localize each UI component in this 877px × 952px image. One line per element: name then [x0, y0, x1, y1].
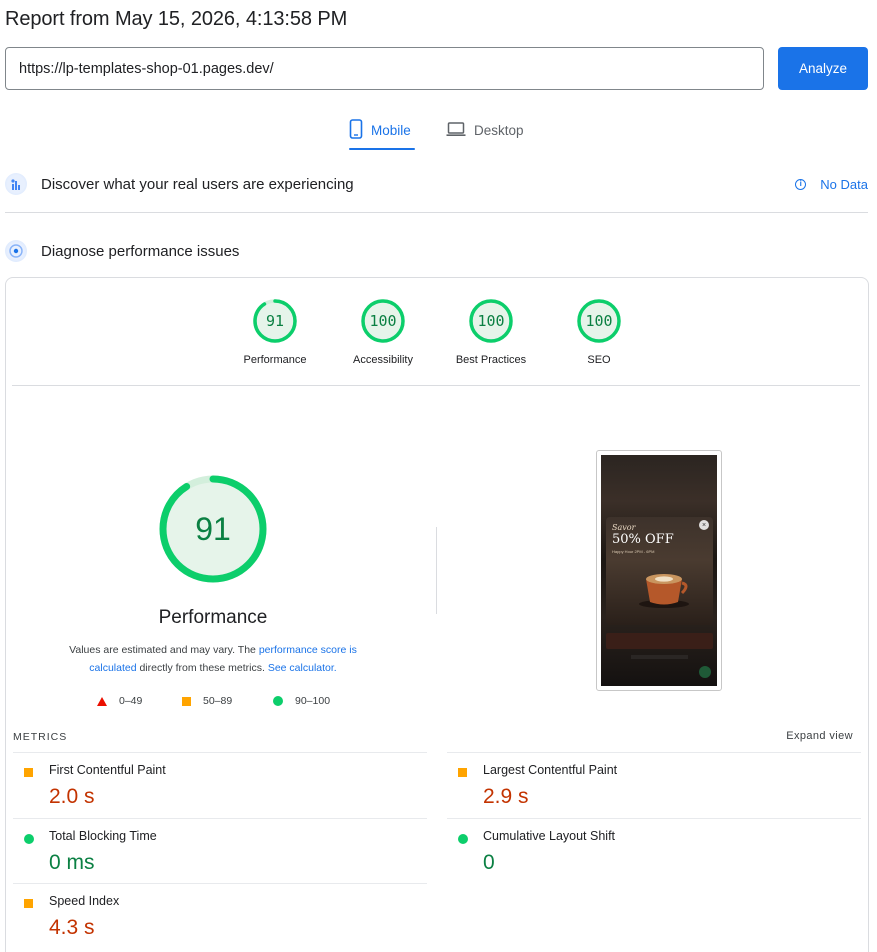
seo-gauge: 100 — [576, 298, 622, 344]
metric-label: First Contentful Paint — [49, 763, 166, 777]
metric-fcp: First Contentful Paint 2.0 s — [13, 752, 427, 817]
pass-circle-icon — [24, 834, 34, 844]
report-title: Report from May 15, 2026, 4:13:58 PM — [5, 8, 348, 30]
url-input[interactable] — [5, 47, 764, 90]
metric-value: 4.3 s — [49, 916, 95, 939]
main-score-value: 91 — [195, 510, 231, 547]
vertical-separator — [436, 527, 437, 614]
score-seo[interactable]: 100 SEO — [544, 298, 654, 366]
score-accessibility[interactable]: 100 Accessibility — [328, 298, 438, 366]
legend-fail-label: 0–49 — [119, 695, 143, 707]
promo-line-3: Happy Hour 2PM - 6PM — [612, 549, 655, 554]
metric-value: 2.0 s — [49, 785, 95, 808]
lab-data-title: Diagnose performance issues — [41, 242, 240, 260]
legend-average-label: 50–89 — [203, 695, 233, 707]
best-practices-label: Best Practices — [455, 354, 527, 366]
expand-view-button[interactable]: Expand view — [786, 730, 853, 742]
main-performance-gauge: 91 — [158, 474, 268, 584]
best-practices-score: 100 — [477, 312, 505, 330]
chat-bubble-icon — [699, 666, 711, 678]
score-best-practices[interactable]: 100 Best Practices — [436, 298, 546, 366]
metric-value: 0 — [483, 851, 495, 874]
tab-mobile-label: Mobile — [371, 122, 411, 138]
analyze-button[interactable]: Analyze — [778, 47, 868, 90]
best-practices-gauge: 100 — [468, 298, 514, 344]
seo-score: 100 — [585, 312, 613, 330]
metrics-heading: METRICS — [13, 731, 68, 743]
section-divider — [5, 212, 868, 213]
accessibility-label: Accessibility — [353, 354, 413, 366]
seo-label: SEO — [587, 354, 611, 366]
main-score-label: Performance — [158, 607, 268, 628]
legend-pass: 90–100 — [273, 694, 330, 708]
metric-cls: Cumulative Layout Shift 0 — [447, 818, 861, 883]
pass-circle-icon — [458, 834, 468, 844]
card-divider — [12, 385, 860, 386]
page-screenshot[interactable]: × Savor 50% OFF Happy Hour 2PM - 6PM — [596, 450, 722, 691]
performance-label: Performance — [243, 354, 307, 366]
average-square-icon — [458, 768, 467, 777]
legend-pass-label: 90–100 — [295, 695, 331, 707]
promo-line-2: 50% OFF — [612, 532, 674, 547]
tab-desktop-label: Desktop — [474, 122, 524, 138]
promo-cta-bar — [606, 633, 713, 649]
users-chart-icon — [5, 173, 27, 195]
metric-label: Cumulative Layout Shift — [483, 829, 616, 843]
performance-gauge: 91 — [252, 298, 298, 344]
score-performance[interactable]: 91 Performance — [220, 298, 330, 366]
metric-lcp: Largest Contentful Paint 2.9 s — [447, 752, 861, 817]
performance-score: 91 — [265, 312, 285, 330]
circle-icon — [273, 696, 283, 706]
laptop-icon — [446, 121, 466, 140]
square-icon — [182, 696, 191, 706]
promo-sub-bar — [631, 655, 688, 659]
triangle-icon — [97, 696, 107, 706]
metric-label: Largest Contentful Paint — [483, 763, 618, 777]
field-data-section: Discover what your real users are experi… — [5, 167, 868, 201]
phone-icon — [349, 118, 363, 142]
metric-label: Speed Index — [49, 894, 120, 908]
close-icon: × — [699, 520, 709, 530]
device-tabs: Mobile Desktop — [0, 110, 877, 152]
promo-popup: × Savor 50% OFF Happy Hour 2PM - 6PM — [606, 517, 713, 625]
score-disclaimer: Values are estimated and may vary. The p… — [45, 641, 381, 677]
active-tab-indicator — [349, 148, 415, 150]
diagnose-icon — [5, 240, 27, 262]
tab-mobile[interactable]: Mobile — [349, 110, 411, 150]
metric-value: 0 ms — [49, 851, 95, 874]
metric-si: Speed Index 4.3 s — [13, 883, 427, 948]
metric-tbt: Total Blocking Time 0 ms — [13, 818, 427, 883]
metric-label: Total Blocking Time — [49, 829, 157, 843]
coffee-cup-icon — [639, 574, 689, 608]
accessibility-gauge: 100 — [360, 298, 406, 344]
disclaimer-text-2: directly from these metrics. — [136, 662, 268, 674]
accessibility-score: 100 — [369, 312, 397, 330]
average-square-icon — [24, 899, 33, 908]
field-data-title: Discover what your real users are experi… — [41, 175, 354, 193]
legend-fail: 0–49 — [97, 694, 142, 708]
metric-value: 2.9 s — [483, 785, 529, 808]
average-square-icon — [24, 768, 33, 777]
see-calculator-link[interactable]: See calculator. — [268, 662, 337, 674]
tab-desktop[interactable]: Desktop — [446, 110, 524, 150]
no-data-label: No Data — [820, 176, 868, 192]
disclaimer-text-1: Values are estimated and may vary. The — [69, 644, 259, 656]
no-data-link[interactable]: i No Data — [795, 167, 868, 201]
screenshot-image: × Savor 50% OFF Happy Hour 2PM - 6PM — [601, 455, 717, 686]
lab-data-section: Diagnose performance issues — [5, 234, 868, 268]
legend-average: 50–89 — [182, 694, 232, 708]
promo-line-1: Savor — [612, 523, 636, 532]
info-icon: i — [795, 178, 807, 190]
